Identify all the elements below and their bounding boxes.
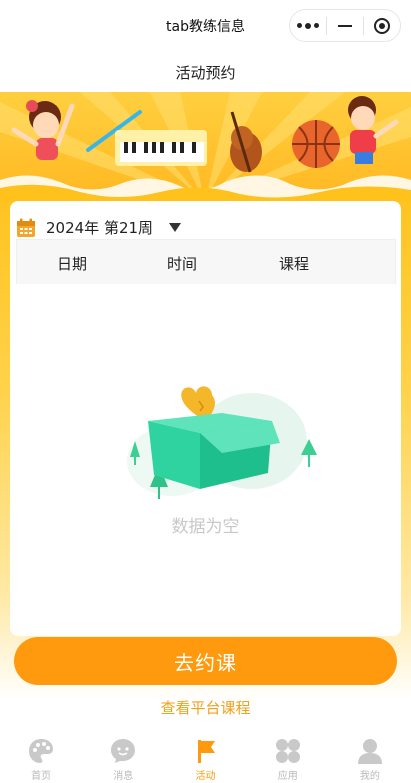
tab-me[interactable]: 我的 xyxy=(329,733,411,783)
week-label: 2024年 第21周 xyxy=(46,219,154,237)
calendar-icon xyxy=(17,218,35,237)
tab-label: 活动 xyxy=(195,771,216,782)
minimize-button[interactable] xyxy=(327,10,363,41)
more-dots-icon xyxy=(297,22,319,29)
flag-icon xyxy=(197,740,215,763)
tab-label: 我的 xyxy=(359,771,380,782)
tab-activities[interactable]: 活动 xyxy=(164,733,246,783)
tab-home[interactable]: 首页 xyxy=(0,733,82,783)
close-target-icon xyxy=(374,17,390,34)
page-heading: 活动预约 xyxy=(175,64,236,82)
chat-bubble-icon xyxy=(111,739,136,763)
dropdown-caret-icon xyxy=(169,223,182,232)
basketball-icon xyxy=(292,120,340,168)
empty-state-text: 数据为空 xyxy=(171,517,240,537)
tab-label: 应用 xyxy=(277,771,298,782)
tab-label: 消息 xyxy=(113,771,134,782)
user-icon xyxy=(357,739,382,764)
column-header-time: 时间 xyxy=(167,255,198,273)
mini-program-capsule xyxy=(289,9,401,42)
column-header-course: 课程 xyxy=(279,255,310,273)
schedule-card: 2024年 第21周 日期 时间 课程 数据为空 xyxy=(10,201,401,636)
table-header: 日期 时间 课程 xyxy=(16,239,396,284)
empty-box-illustration xyxy=(127,386,317,499)
keyboard-icon xyxy=(115,130,207,166)
tab-messages[interactable]: 消息 xyxy=(82,733,164,783)
tab-apps[interactable]: 应用 xyxy=(247,733,329,783)
week-selector[interactable]: 2024年 第21周 xyxy=(16,217,182,238)
more-button[interactable] xyxy=(290,10,326,41)
palette-icon xyxy=(29,739,54,763)
minimize-icon xyxy=(338,24,352,27)
tab-label: 首页 xyxy=(31,771,52,782)
apps-grid-icon xyxy=(275,739,300,763)
title-bar: tab教练信息 xyxy=(0,0,411,50)
column-header-date: 日期 xyxy=(57,255,88,273)
view-platform-courses-link[interactable]: 查看平台课程 xyxy=(0,697,411,718)
book-class-button[interactable]: 去约课 xyxy=(14,637,397,685)
bottom-tab-bar: 首页 消息 活动 应用 我的 xyxy=(0,733,411,783)
activity-banner xyxy=(0,92,411,202)
close-button[interactable] xyxy=(364,10,400,41)
